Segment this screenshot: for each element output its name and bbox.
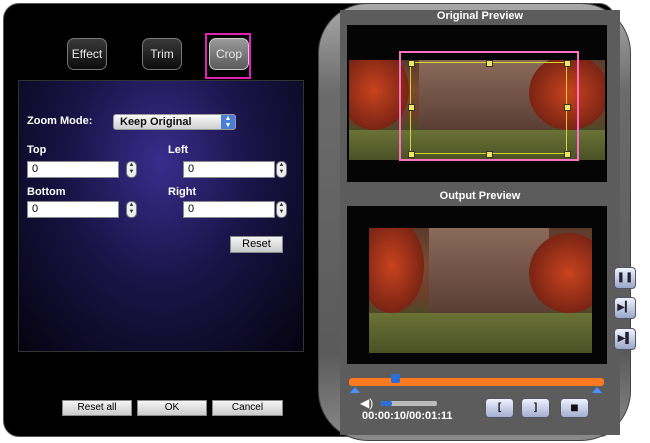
bottom-stepper[interactable]: ▲ ▼ xyxy=(126,201,137,218)
cancel-button[interactable]: Cancel xyxy=(212,400,283,416)
bottom-label: Bottom xyxy=(27,186,66,198)
crop-handle[interactable] xyxy=(564,104,571,111)
left-stepper[interactable]: ▲ ▼ xyxy=(276,161,287,178)
crop-handle[interactable] xyxy=(486,151,493,158)
output-video-frame xyxy=(369,228,592,353)
timeline-playhead[interactable] xyxy=(390,374,400,383)
tab-effect-label: Effect xyxy=(71,47,103,61)
crop-handle[interactable] xyxy=(486,60,493,67)
ok-button[interactable]: OK xyxy=(137,400,207,416)
bottom-input[interactable]: 0 xyxy=(27,201,119,218)
active-tab-highlight xyxy=(205,33,251,79)
crop-handle[interactable] xyxy=(408,104,415,111)
volume-level xyxy=(381,401,393,406)
bracket-open-icon[interactable]: [ xyxy=(485,398,514,418)
reset-all-button[interactable]: Reset all xyxy=(62,400,132,416)
top-input[interactable]: 0 xyxy=(27,161,119,178)
crop-handle[interactable] xyxy=(408,151,415,158)
speaker-icon[interactable]: ◀) xyxy=(360,396,373,410)
select-arrows-icon: ▲ ▼ xyxy=(221,115,235,129)
stop-icon[interactable]: ■ xyxy=(560,398,589,418)
zoom-mode-value: Keep Original xyxy=(120,116,192,128)
trim-end-marker[interactable] xyxy=(592,387,602,393)
crop-handle[interactable] xyxy=(564,151,571,158)
right-input[interactable]: 0 xyxy=(183,201,275,218)
time-readout: 00:00:10/00:01:11 xyxy=(362,410,453,422)
right-label: Right xyxy=(168,186,197,198)
crop-handle[interactable] xyxy=(564,60,571,67)
original-preview-title: Original Preview xyxy=(436,10,524,22)
tab-trim[interactable]: Trim xyxy=(142,38,182,70)
zoom-mode-select[interactable]: Keep Original ▲ ▼ xyxy=(113,114,236,130)
trim-start-marker[interactable] xyxy=(350,387,360,393)
bracket-close-icon[interactable]: ] xyxy=(521,398,550,418)
left-input[interactable]: 0 xyxy=(183,161,275,178)
tab-effect[interactable]: Effect xyxy=(67,38,107,70)
zoom-mode-label: Zoom Mode: xyxy=(27,115,93,127)
output-preview-title: Output Preview xyxy=(439,190,521,202)
reset-button[interactable]: Reset xyxy=(230,236,283,253)
left-label: Left xyxy=(168,144,189,156)
crop-selection[interactable] xyxy=(410,62,567,154)
timeline-bar[interactable] xyxy=(349,378,604,386)
crop-handle[interactable] xyxy=(408,60,415,67)
jump-end-icon[interactable]: ▶▌ xyxy=(614,328,636,350)
step-forward-icon[interactable]: ▶▎ xyxy=(614,297,636,319)
top-label: Top xyxy=(27,144,47,156)
right-stepper[interactable]: ▲ ▼ xyxy=(276,201,287,218)
pause-icon[interactable]: ❚❚ xyxy=(614,267,636,289)
tab-trim-label: Trim xyxy=(150,47,174,61)
top-stepper[interactable]: ▲ ▼ xyxy=(126,161,137,178)
